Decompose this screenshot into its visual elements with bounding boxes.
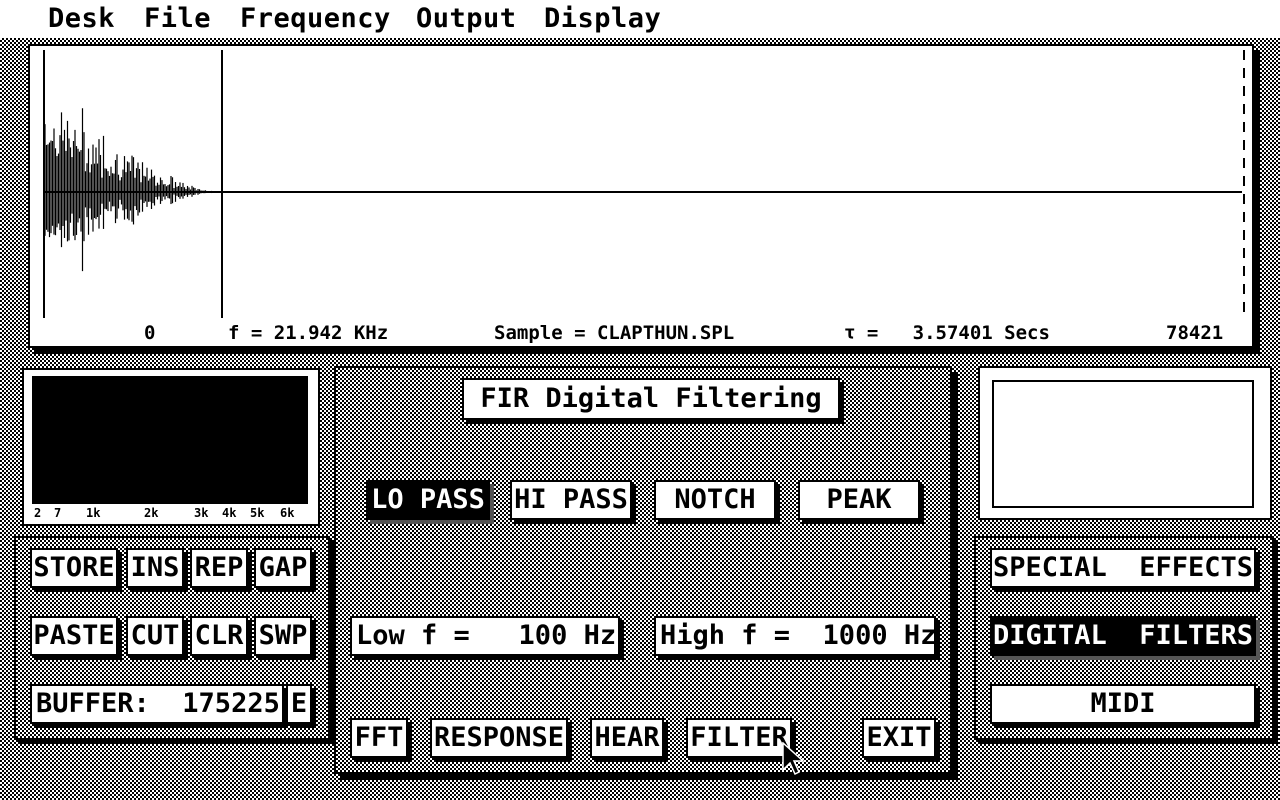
notch-button[interactable]: NOTCH [654,480,776,520]
info-display-panel [978,366,1272,520]
waveform-panel[interactable]: 0 f = 21.942 KHz Sample = CLAPTHUN.SPL τ… [28,44,1254,348]
spectrum-panel: 2 7 1k 2k 3k 4k 5k 6k [22,368,320,526]
special-effects-button[interactable]: SPECIAL EFFECTS [990,548,1256,588]
swap-button[interactable]: SWP [254,616,312,656]
waveform-start-value: 0 [144,322,156,344]
buffer-field: BUFFER: 175225 [30,684,284,724]
cut-button[interactable]: CUT [126,616,184,656]
menu-file[interactable]: File [144,2,211,36]
fir-filter-title: FIR Digital Filtering [462,378,840,420]
filter-button[interactable]: FILTER [686,718,792,758]
spectrum-tick: 2 [34,506,42,520]
peak-button[interactable]: PEAK [798,480,920,520]
buffer-e-button[interactable]: E [286,684,312,724]
menu-bar: Desk File Frequency Output Display [0,0,1280,40]
replace-button[interactable]: REP [190,548,248,588]
lo-pass-button[interactable]: LO PASS [366,480,490,520]
waveform-duration: τ = 3.57401 Secs [844,322,1050,344]
waveform-plot[interactable] [30,46,1252,346]
hi-pass-button[interactable]: HI PASS [510,480,632,520]
spectrum-tick: 2k [144,506,159,520]
spectrum-tick: 6k [280,506,295,520]
menu-desk[interactable]: Desk [48,2,115,36]
clear-button[interactable]: CLR [190,616,248,656]
menu-display[interactable]: Display [544,2,661,36]
waveform-end-value: 78421 [1166,322,1224,344]
spectrum-tick: 4k [222,506,237,520]
paste-button[interactable]: PASTE [30,616,118,656]
gap-button[interactable]: GAP [254,548,312,588]
spectrum-tick: 5k [250,506,265,520]
fir-filter-dialog: FIR Digital Filtering [334,366,952,774]
insert-button[interactable]: INS [126,548,184,588]
store-button[interactable]: STORE [30,548,118,588]
spectrum-tick: 3k [194,506,209,520]
spectrum-display [32,376,308,504]
low-frequency-field[interactable]: Low f = 100 Hz [350,616,620,656]
menu-frequency[interactable]: Frequency [240,2,391,36]
info-display-screen [992,380,1254,508]
hear-button[interactable]: HEAR [590,718,664,758]
mouse-pointer-icon [782,742,804,776]
waveform-sample-name: Sample = CLAPTHUN.SPL [494,322,735,344]
waveform-signal [44,108,222,272]
midi-button[interactable]: MIDI [990,684,1256,724]
exit-button[interactable]: EXIT [862,718,936,758]
spectrum-tick: 7 [54,506,62,520]
fft-button[interactable]: FFT [350,718,408,758]
waveform-frequency: f = 21.942 KHz [228,322,389,344]
response-button[interactable]: RESPONSE [430,718,568,758]
digital-filters-button[interactable]: DIGITAL FILTERS [990,616,1256,656]
menu-output[interactable]: Output [416,2,517,36]
high-frequency-field[interactable]: High f = 1000 Hz [654,616,936,656]
spectrum-tick: 1k [86,506,101,520]
